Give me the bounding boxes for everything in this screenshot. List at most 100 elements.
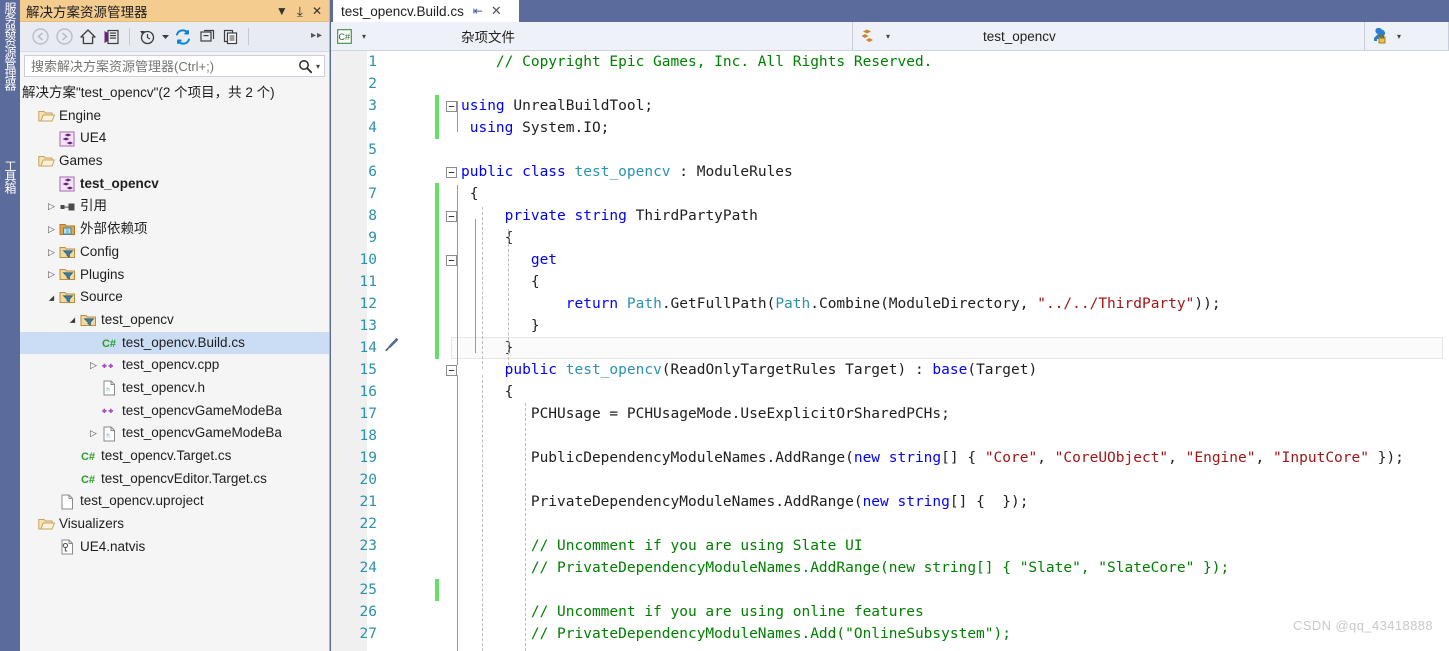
close-icon[interactable]: ✕ xyxy=(312,5,322,17)
tree-item-uproject[interactable]: test_opencv.uproject xyxy=(20,490,329,513)
tree-item-plugins[interactable]: ▷ Plugins xyxy=(20,264,329,287)
expanded-arrow-icon[interactable]: ◢ xyxy=(66,316,79,324)
code-text: // Uncomment if you are using online fea… xyxy=(461,604,924,620)
chevron-down-icon[interactable] xyxy=(159,25,171,49)
tree-item-test-opencv-h[interactable]: h test_opencv.h xyxy=(20,377,329,400)
status-strip-left xyxy=(0,640,20,651)
solution-explorer-panel: 解决方案资源管理器 ▼ ⤓ ✕ ▸▸ 搜索解决方案资源管理器(Ctrl+;) ▾… xyxy=(20,0,330,651)
csharp-icon: C# xyxy=(337,28,352,44)
solution-explorer-titlebar: 解决方案资源管理器 ▼ ⤓ ✕ xyxy=(20,0,329,22)
editor-area: test_opencv.Build.cs ⇤ ✕ C# 杂项文件 ▾ test_… xyxy=(331,0,1449,651)
file-icon xyxy=(58,494,76,510)
fold-toggle-icon[interactable] xyxy=(445,205,457,227)
tree-item-external-dependencies[interactable]: ▷ ≡ 外部依赖项 xyxy=(20,218,329,241)
tree-item-target-cs[interactable]: C# test_opencv.Target.cs xyxy=(20,445,329,468)
filter-folder-icon xyxy=(58,245,76,260)
line-number: 7 xyxy=(368,186,377,202)
fold-toggle-icon[interactable] xyxy=(445,95,457,117)
code-line: 25 xyxy=(331,579,1449,601)
code-line: 3 using UnrealBuildTool; xyxy=(331,95,1449,117)
forward-icon[interactable] xyxy=(52,25,76,49)
tree-item-references[interactable]: ▷ 引用 xyxy=(20,195,329,218)
tree-item-source-test-opencv[interactable]: ◢ test_opencv xyxy=(20,309,329,332)
collapse-all-icon[interactable] xyxy=(195,25,219,49)
refresh-icon[interactable] xyxy=(171,25,195,49)
tree-item-gamemode-h[interactable]: ▷ h test_opencvGameModeBa xyxy=(20,422,329,445)
close-icon[interactable]: ✕ xyxy=(491,3,502,19)
pin-icon[interactable]: ⇤ xyxy=(473,4,483,18)
tree-item-source[interactable]: ◢ Source xyxy=(20,286,329,309)
chevron-down-icon[interactable]: ▾ xyxy=(1391,32,1409,41)
cpp-icon xyxy=(100,359,118,373)
tree-item-engine[interactable]: Engine xyxy=(20,105,329,128)
navbar-member-dropdown[interactable]: ThirdPar ▾ xyxy=(1365,22,1449,50)
tree-item-test-opencv-project[interactable]: test_opencv xyxy=(20,173,329,196)
pending-changes-icon[interactable] xyxy=(135,25,159,49)
code-line: 4 using System.IO; xyxy=(331,117,1449,139)
bookmark-glyph-icon[interactable] xyxy=(383,337,399,359)
navbar-type-dropdown[interactable]: test_opencv ▾ xyxy=(853,22,1365,50)
editor-tab-build-cs[interactable]: test_opencv.Build.cs ⇤ ✕ xyxy=(333,0,519,22)
toolbar-overflow-icon[interactable]: ▸▸ xyxy=(311,30,323,41)
svg-text:C#: C# xyxy=(339,32,351,42)
code-line: 9 { xyxy=(331,227,1449,249)
chevron-down-icon[interactable]: ▾ xyxy=(356,32,374,41)
dock-tab-server-explorer[interactable]: 服务器资源管理器 xyxy=(0,2,20,152)
search-box[interactable]: ▾ xyxy=(24,55,325,77)
collapsed-arrow-icon[interactable]: ▷ xyxy=(45,224,58,235)
tree-item-solution[interactable]: 解决方案"test_opencv"(2 个项目，共 2 个) xyxy=(20,82,329,105)
search-input[interactable] xyxy=(29,57,295,75)
tree-item-gamemode-cpp[interactable]: test_opencvGameModeBa xyxy=(20,400,329,423)
expanded-arrow-icon[interactable]: ◢ xyxy=(45,294,58,302)
references-icon xyxy=(58,199,76,215)
fold-toggle-icon[interactable] xyxy=(445,249,457,271)
code-line: 23 // Uncomment if you are using Slate U… xyxy=(331,535,1449,557)
collapsed-arrow-icon[interactable]: ▷ xyxy=(87,360,100,371)
code-line: 5 xyxy=(331,139,1449,161)
chevron-down-icon[interactable]: ▾ xyxy=(880,32,898,41)
code-text: public test_opencv(ReadOnlyTargetRules T… xyxy=(504,362,1038,378)
folder-open-icon xyxy=(37,109,55,124)
line-number: 8 xyxy=(368,208,377,224)
code-line: 13 } xyxy=(331,315,1449,337)
tree-item-label: Games xyxy=(59,153,103,169)
collapsed-arrow-icon[interactable]: ▷ xyxy=(45,247,58,258)
tree-item-visualizers[interactable]: Visualizers xyxy=(20,513,329,536)
code-editor[interactable]: 1 // Copyright Epic Games, Inc. All Righ… xyxy=(331,51,1449,651)
solution-icon[interactable] xyxy=(100,25,124,49)
change-indicator xyxy=(435,117,439,139)
solution-explorer-search-row: ▾ xyxy=(20,52,329,80)
navbar-project-dropdown[interactable]: C# 杂项文件 ▾ xyxy=(331,22,853,50)
filter-folder-icon xyxy=(58,267,76,282)
line-number: 2 xyxy=(368,76,377,92)
project-icon xyxy=(58,131,76,147)
tree-item-config[interactable]: ▷ Config xyxy=(20,241,329,264)
home-icon[interactable] xyxy=(76,25,100,49)
back-icon[interactable] xyxy=(28,25,52,49)
csharp-icon: C# xyxy=(79,449,97,463)
dock-tab-toolbox[interactable]: 工具箱 xyxy=(0,160,20,230)
current-line-highlight xyxy=(451,337,1443,359)
pin-icon[interactable]: ⤓ xyxy=(297,4,303,18)
property-icon xyxy=(1371,28,1387,44)
fold-toggle-icon[interactable] xyxy=(445,161,457,183)
change-indicator xyxy=(435,337,439,359)
show-all-files-icon[interactable] xyxy=(219,25,243,49)
tree-item-ue4-natvis[interactable]: UE4.natvis xyxy=(20,536,329,559)
svg-text:C#: C# xyxy=(81,451,95,463)
collapsed-arrow-icon[interactable]: ▷ xyxy=(45,201,58,212)
tree-item-test-opencv-cpp[interactable]: ▷ test_opencv.cpp xyxy=(20,354,329,377)
collapsed-arrow-icon[interactable]: ▷ xyxy=(87,428,100,439)
tree-item-ue4[interactable]: UE4 xyxy=(20,127,329,150)
collapsed-arrow-icon[interactable]: ▷ xyxy=(45,269,58,280)
fold-toggle-icon[interactable] xyxy=(445,359,457,381)
search-icon[interactable] xyxy=(295,59,316,74)
code-line: 1 // Copyright Epic Games, Inc. All Righ… xyxy=(331,51,1449,73)
tree-item-editor-target-cs[interactable]: C# test_opencvEditor.Target.cs xyxy=(20,468,329,491)
search-options-caret[interactable]: ▾ xyxy=(316,62,324,71)
toolbar-separator-2 xyxy=(248,28,249,45)
tree-item-build-cs[interactable]: C# test_opencv.Build.cs xyxy=(20,331,329,355)
code-text: { xyxy=(461,230,514,246)
chevron-down-icon[interactable]: ▼ xyxy=(276,5,288,17)
tree-item-games[interactable]: Games xyxy=(20,150,329,173)
